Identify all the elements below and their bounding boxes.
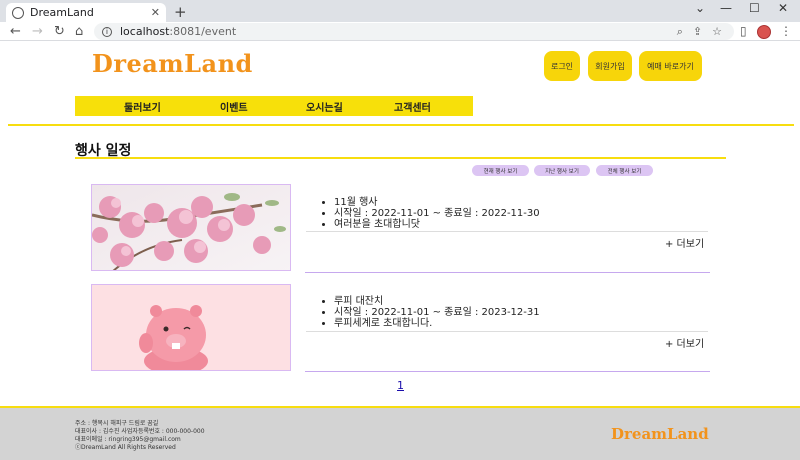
- chevron-down-icon[interactable]: ⌄: [695, 1, 705, 15]
- reload-icon[interactable]: ↻: [54, 22, 65, 41]
- reserve-button[interactable]: 예매 바로가기: [639, 51, 702, 81]
- menu-icon[interactable]: ⋮: [780, 23, 792, 40]
- event-1-period: 시작일 : 2022-11-01 ~ 종료일 : 2022-11-30: [334, 208, 540, 219]
- event-2-desc: 루피세계로 초대합니다.: [334, 318, 540, 329]
- event-2-bottom-line: [305, 371, 710, 372]
- address-bar[interactable]: i localhost:8081/event ⌕ ⇪ ☆: [94, 23, 734, 40]
- loopy-image: [92, 285, 290, 370]
- event-2-details: 루피 대잔치 시작일 : 2022-11-01 ~ 종료일 : 2023-12-…: [324, 296, 540, 329]
- back-icon[interactable]: ←: [10, 22, 21, 41]
- header-divider: [8, 124, 794, 126]
- home-icon[interactable]: ⌂: [75, 22, 83, 41]
- menu-item-event[interactable]: 이벤트: [220, 99, 248, 114]
- new-tab-icon[interactable]: +: [174, 3, 187, 21]
- sidebar-icon[interactable]: ▯: [740, 23, 747, 40]
- url-path: :8081/event: [169, 25, 237, 38]
- footer-copyright: ⓒDreamLand All Rights Reserved: [75, 444, 176, 451]
- browser-tabstrip: DreamLand ✕ + ⌄ — ☐ ✕: [0, 0, 800, 22]
- signup-button[interactable]: 회원가입: [588, 51, 632, 81]
- event-1-desc: 여러분을 초대합니닷: [334, 219, 540, 230]
- browser-tab[interactable]: DreamLand ✕: [6, 3, 166, 22]
- footer-ceo: 대표이사 : 김수진 사업자등록번호 : 000-000-000: [75, 428, 205, 435]
- menu-item-browse[interactable]: 둘러보기: [124, 99, 161, 114]
- cherry-blossom-image: [92, 185, 290, 270]
- minimize-icon[interactable]: —: [720, 1, 732, 15]
- event-1-details: 11월 행사 시작일 : 2022-11-01 ~ 종료일 : 2022-11-…: [324, 197, 540, 230]
- event-1-bottom-line: [305, 272, 710, 273]
- login-button[interactable]: 로그인: [544, 51, 580, 81]
- forward-icon[interactable]: →: [32, 22, 43, 41]
- event-2-name: 루피 대잔치: [334, 296, 540, 307]
- star-icon[interactable]: ☆: [712, 23, 722, 40]
- event-1-separator: [306, 231, 708, 232]
- event-2-more-link[interactable]: + 더보기: [665, 335, 704, 350]
- past-events-button[interactable]: 지난 행사 보기: [534, 165, 590, 176]
- zoom-icon[interactable]: ⌕: [677, 23, 683, 40]
- site-footer: 주소 : 행복시 해피구 드림로 꿈길 대표이사 : 김수진 사업자등록번호 :…: [0, 406, 800, 460]
- footer-address: 주소 : 행복시 해피구 드림로 꿈길: [75, 420, 159, 427]
- event-image-flowers[interactable]: [91, 184, 291, 271]
- event-image-loopy[interactable]: [91, 284, 291, 371]
- site-logo[interactable]: DreamLand: [92, 49, 253, 78]
- current-events-button[interactable]: 현재 행사 보기: [472, 165, 529, 176]
- event-2-period: 시작일 : 2022-11-01 ~ 종료일 : 2023-12-31: [334, 307, 540, 318]
- menu-item-directions[interactable]: 오시는길: [306, 99, 343, 114]
- footer-logo: DreamLand: [611, 425, 709, 443]
- info-icon[interactable]: i: [102, 26, 112, 37]
- profile-avatar[interactable]: [757, 25, 771, 39]
- tab-title: DreamLand: [30, 6, 94, 19]
- footer-email: 대표이메일 : ringring395@gmail.com: [75, 436, 181, 443]
- url-host: localhost: [120, 25, 170, 38]
- close-window-icon[interactable]: ✕: [778, 1, 788, 15]
- main-menu: 둘러보기 이벤트 오시는길 고객센터: [75, 96, 473, 116]
- share-icon[interactable]: ⇪: [693, 23, 702, 40]
- footer-info: 주소 : 행복시 해피구 드림로 꿈길 대표이사 : 김수진 사업자등록번호 :…: [75, 420, 205, 452]
- event-2-separator: [306, 331, 708, 332]
- event-1-name: 11월 행사: [334, 197, 540, 208]
- all-events-button[interactable]: 전체 행사 보기: [596, 165, 653, 176]
- page-content: DreamLand 로그인 회원가입 예매 바로가기 둘러보기 이벤트 오시는길…: [0, 41, 800, 460]
- title-underline: [75, 157, 726, 159]
- event-1-more-link[interactable]: + 더보기: [665, 235, 704, 250]
- menu-item-support[interactable]: 고객센터: [394, 99, 431, 114]
- globe-icon: [12, 6, 24, 19]
- browser-toolbar: ← → ↻ ⌂ i localhost:8081/event ⌕ ⇪ ☆ ▯ ⋮: [0, 22, 800, 41]
- close-tab-icon[interactable]: ✕: [151, 6, 160, 19]
- pagination-link[interactable]: 1: [397, 379, 404, 392]
- maximize-icon[interactable]: ☐: [749, 1, 760, 15]
